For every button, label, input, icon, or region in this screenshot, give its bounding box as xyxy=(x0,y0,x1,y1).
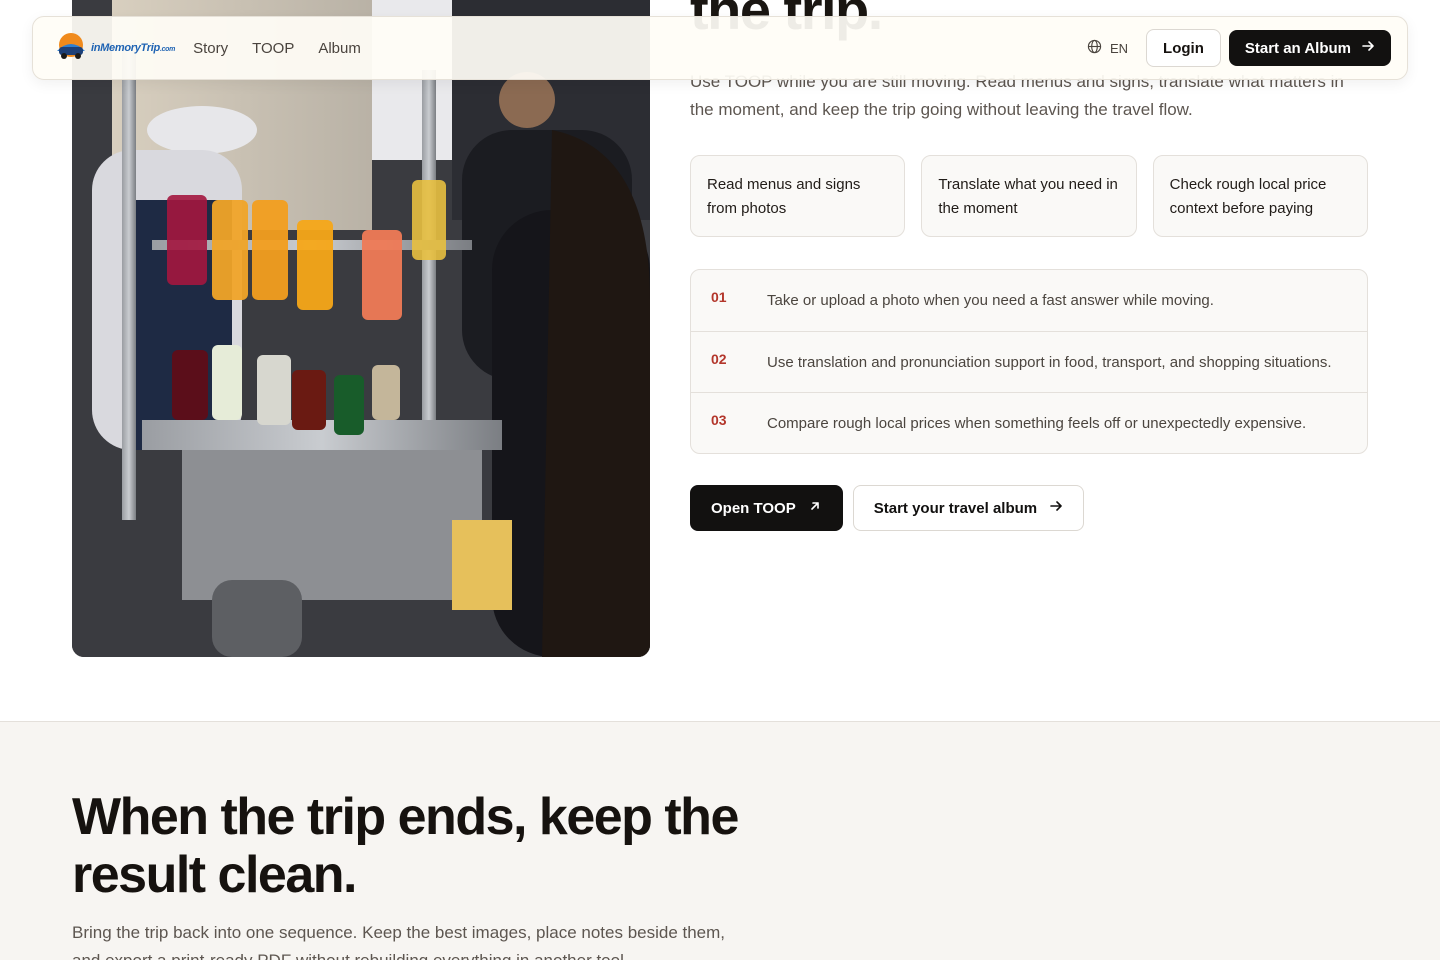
nav-actions: EN Login Start an Album xyxy=(1087,29,1391,67)
login-button[interactable]: Login xyxy=(1146,29,1221,67)
nav-link-album[interactable]: Album xyxy=(318,40,361,57)
start-travel-album-button[interactable]: Start your travel album xyxy=(852,485,1085,531)
step-item: 02 Use translation and pronunciation sup… xyxy=(691,331,1367,392)
step-text: Use translation and pronunciation suppor… xyxy=(767,354,1332,371)
trip-end-section: When the trip ends, keep the result clea… xyxy=(0,721,1440,960)
top-navbar: inMemoryTrip.com Story TOOP Album EN Log… xyxy=(32,16,1408,80)
start-album-button[interactable]: Start an Album xyxy=(1228,30,1391,66)
logo-wordmark: inMemoryTrip.com xyxy=(91,42,175,54)
start-travel-album-label: Start your travel album xyxy=(873,499,1038,517)
steps-list: 01 Take or upload a photo when you need … xyxy=(690,269,1368,454)
section-heading: When the trip ends, keep the result clea… xyxy=(72,788,739,904)
feature-cards: Read menus and signs from photos Transla… xyxy=(690,155,1368,237)
step-item: 03 Compare rough local prices when somet… xyxy=(691,392,1367,453)
start-album-label: Start an Album xyxy=(1244,39,1351,57)
arrow-up-right-icon xyxy=(808,499,822,517)
logo-wordmark-text: inMemoryTrip xyxy=(91,42,160,54)
nav-links: Story TOOP Album xyxy=(193,40,361,57)
nav-link-toop[interactable]: TOOP xyxy=(252,40,294,57)
site-logo[interactable]: inMemoryTrip.com xyxy=(53,31,175,66)
hero-photo-street-juice-cart xyxy=(72,0,650,657)
feature-card-price-context: Check rough local price context before p… xyxy=(1152,155,1368,237)
open-toop-label: Open TOOP xyxy=(711,499,796,517)
logo-wordmark-suffix: .com xyxy=(159,46,176,53)
globe-icon xyxy=(1087,39,1102,57)
step-item: 01 Take or upload a photo when you need … xyxy=(691,270,1367,331)
nav-link-story[interactable]: Story xyxy=(193,40,228,57)
step-number: 01 xyxy=(711,289,727,305)
arrow-right-icon xyxy=(1361,39,1375,57)
open-toop-button[interactable]: Open TOOP xyxy=(690,485,843,531)
language-switcher[interactable]: EN xyxy=(1087,39,1128,57)
car-logo-icon xyxy=(53,31,89,66)
step-number: 02 xyxy=(711,351,727,367)
section-body: Bring the trip back into one sequence. K… xyxy=(72,923,726,960)
language-label: EN xyxy=(1109,40,1129,56)
feature-card-read-menus: Read menus and signs from photos xyxy=(690,155,906,237)
feature-card-translate: Translate what you need in the moment xyxy=(921,155,1137,237)
step-text: Compare rough local prices when somethin… xyxy=(767,415,1307,432)
arrow-right-icon xyxy=(1049,499,1063,517)
step-number: 03 xyxy=(711,412,727,428)
hero-cta-row: Open TOOP Start your travel album xyxy=(690,485,1085,531)
step-text: Take or upload a photo when you need a f… xyxy=(767,292,1214,309)
